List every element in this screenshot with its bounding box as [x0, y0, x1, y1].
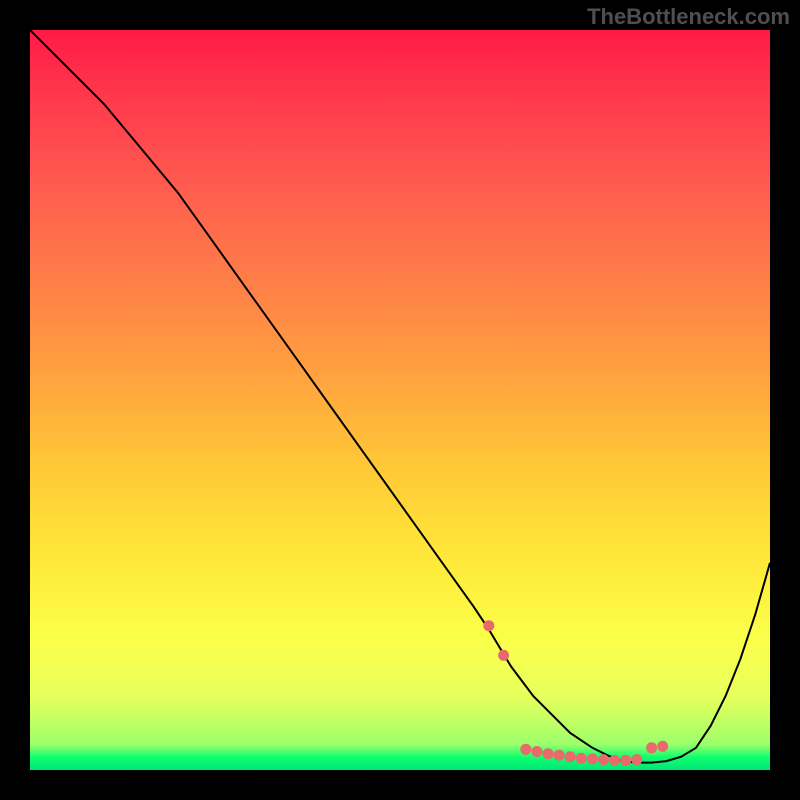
- plot-area: [30, 30, 770, 770]
- curve-svg: [30, 30, 770, 770]
- marker-dot: [576, 753, 587, 764]
- marker-dot: [543, 748, 554, 759]
- bottleneck-curve: [30, 30, 770, 763]
- chart-container: TheBottleneck.com: [0, 0, 800, 800]
- marker-dot: [483, 620, 494, 631]
- marker-dot: [587, 753, 598, 764]
- marker-dot: [498, 650, 509, 661]
- marker-dot: [565, 751, 576, 762]
- marker-dot: [646, 742, 657, 753]
- marker-dot: [631, 754, 642, 765]
- marker-dot: [620, 755, 631, 766]
- watermark-text: TheBottleneck.com: [587, 4, 790, 30]
- marker-dot: [531, 746, 542, 757]
- marker-dot: [657, 741, 668, 752]
- marker-dot: [554, 750, 565, 761]
- highlight-markers: [483, 620, 668, 766]
- marker-dot: [598, 754, 609, 765]
- marker-dot: [609, 755, 620, 766]
- marker-dot: [520, 744, 531, 755]
